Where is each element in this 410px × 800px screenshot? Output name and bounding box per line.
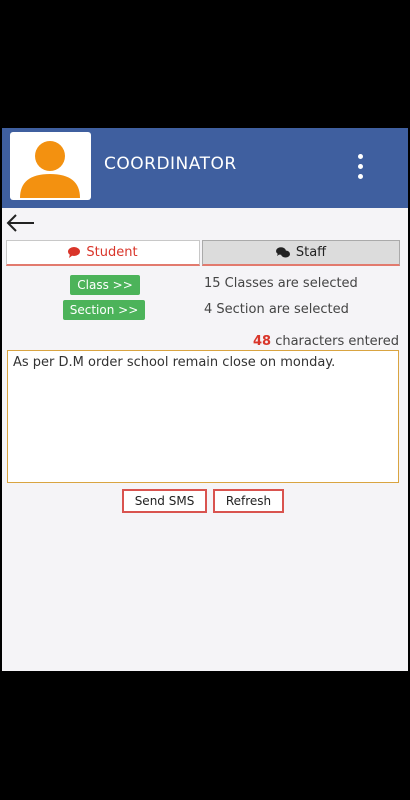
tab-student[interactable]: Student xyxy=(6,240,200,266)
app-header: COORDINATOR xyxy=(2,128,408,208)
character-count-label: characters entered xyxy=(271,334,399,349)
menu-dot-icon xyxy=(358,174,363,179)
character-count: 48 xyxy=(252,334,272,349)
comments-icon xyxy=(275,246,290,257)
character-counter: 48 characters entered xyxy=(253,334,399,349)
message-input[interactable]: As per D.M order school remain close on … xyxy=(7,350,399,483)
class-select-button[interactable]: Class >> xyxy=(70,275,140,295)
refresh-button[interactable]: Refresh xyxy=(213,489,284,513)
comment-icon xyxy=(68,247,81,258)
tab-student-label: Student xyxy=(86,245,138,260)
menu-dot-icon xyxy=(358,154,363,159)
tab-staff[interactable]: Staff xyxy=(202,240,400,266)
overflow-menu-button[interactable] xyxy=(350,150,370,184)
menu-dot-icon xyxy=(358,164,363,169)
user-avatar-icon xyxy=(20,141,80,198)
back-button[interactable] xyxy=(4,212,38,234)
section-select-button[interactable]: Section >> xyxy=(63,300,145,320)
section-status-text: 4 Section are selected xyxy=(204,302,349,317)
send-sms-button[interactable]: Send SMS xyxy=(122,489,207,513)
class-status-text: 15 Classes are selected xyxy=(204,276,358,291)
back-arrow-icon xyxy=(6,214,34,232)
tab-staff-label: Staff xyxy=(295,245,327,260)
app-screen: COORDINATOR Student Staff Class >> 15 Cl… xyxy=(2,128,408,671)
avatar[interactable] xyxy=(10,132,91,200)
app-title: COORDINATOR xyxy=(104,154,237,174)
